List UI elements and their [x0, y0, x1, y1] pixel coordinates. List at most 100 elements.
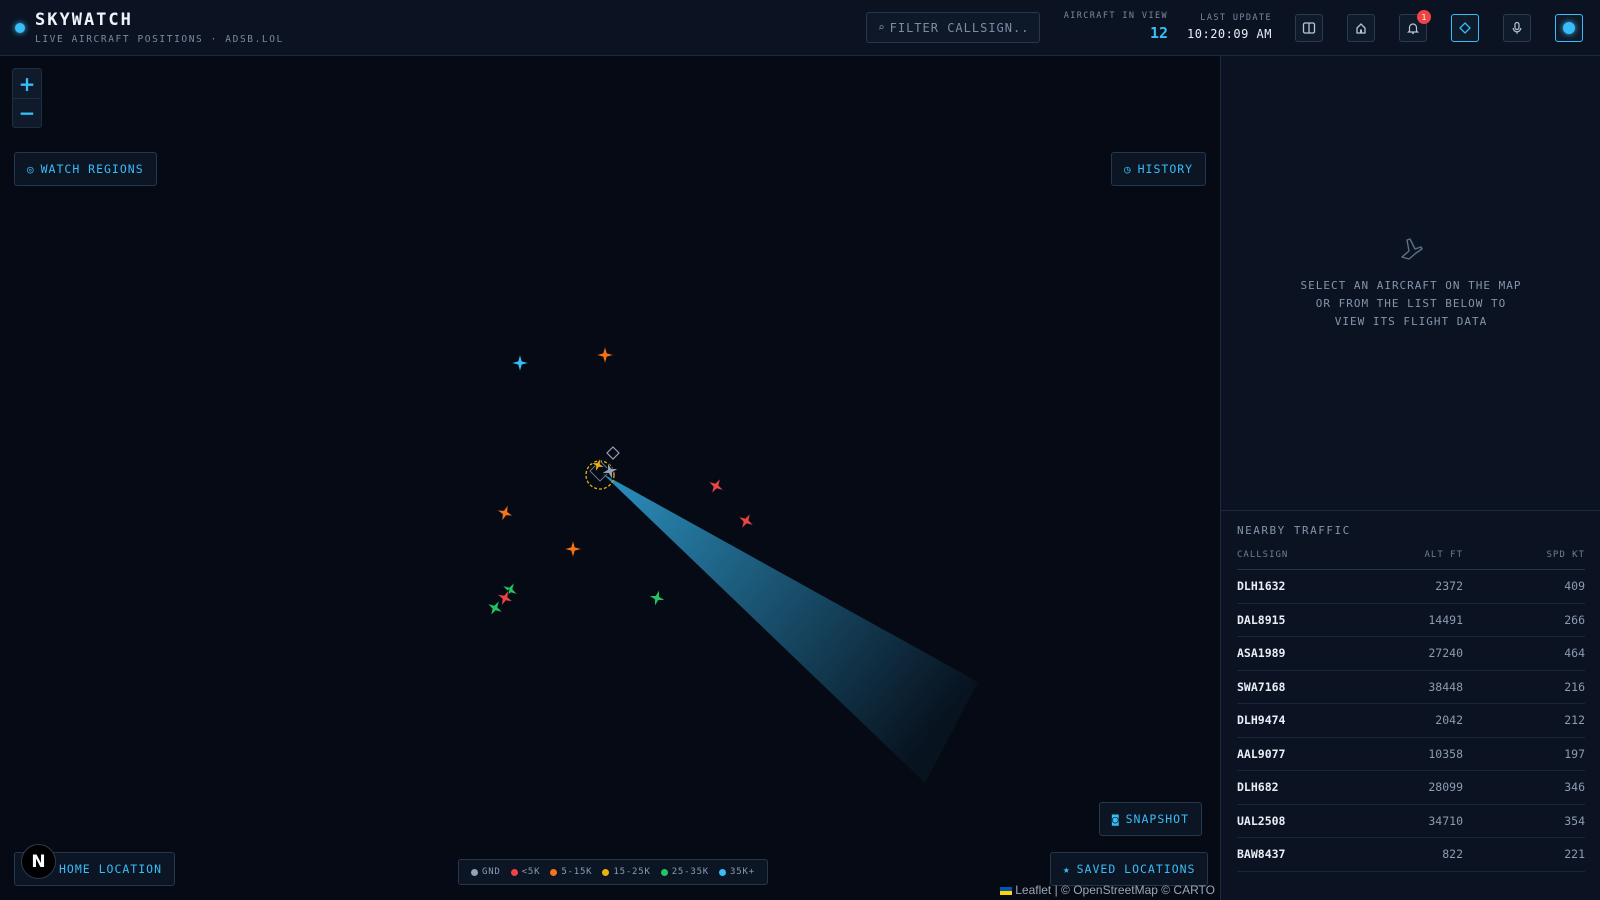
column-header-altitude[interactable]: ALT FT	[1357, 550, 1463, 560]
legend-item: 15-25K	[602, 867, 650, 877]
traffic-speed: 221	[1564, 847, 1585, 862]
traffic-row[interactable]: DLH682 28099 346	[1237, 771, 1585, 805]
live-toggle-button[interactable]	[1555, 14, 1583, 42]
nearby-traffic: NEARBY TRAFFIC CALLSIGN ALT FT SPD KT DL…	[1237, 524, 1585, 872]
notification-badge: 1	[1417, 10, 1431, 24]
live-indicator	[1563, 22, 1575, 34]
traffic-callsign: SWA7168	[1237, 679, 1286, 694]
attribution-text[interactable]: Leaflet | © OpenStreetMap © CARTO	[1015, 883, 1215, 897]
traffic-callsign: ASA1989	[1237, 646, 1286, 661]
traffic-callsign: DLH1632	[1237, 579, 1286, 594]
legend-label: 5-15K	[561, 867, 593, 877]
app-title: SKYWATCH	[35, 10, 133, 30]
aircraft-marker[interactable]	[703, 473, 729, 499]
aircraft-count-label: AIRCRAFT IN VIEW	[1063, 11, 1168, 21]
compass-badge[interactable]: N	[21, 844, 56, 879]
legend-item: GND	[471, 867, 501, 877]
airport-button[interactable]	[1347, 14, 1375, 42]
legend-item: 5-15K	[550, 867, 592, 877]
legend-item: <5K	[510, 867, 541, 877]
traffic-speed: 346	[1564, 780, 1585, 795]
home-location-label: HOME LOCATION	[59, 862, 163, 876]
star-icon: ★	[1063, 862, 1071, 876]
traffic-altitude: 27240	[1428, 646, 1463, 661]
diamond-icon	[1459, 22, 1471, 34]
zoom-in-button[interactable]: +	[13, 69, 41, 98]
legend-swatch	[550, 868, 558, 876]
tower-icon	[1356, 23, 1366, 34]
traffic-speed: 354	[1564, 813, 1585, 828]
traffic-altitude: 10358	[1428, 746, 1463, 761]
traffic-altitude: 28099	[1428, 780, 1463, 795]
traffic-row[interactable]: DLH9474 2042 212	[1237, 704, 1585, 738]
aircraft-marker[interactable]	[563, 539, 583, 559]
traffic-altitude: 2042	[1435, 713, 1463, 728]
traffic-speed: 216	[1564, 679, 1585, 694]
aircraft-marker[interactable]	[645, 586, 669, 610]
top-bar: SKYWATCH LIVE AIRCRAFT POSITIONS · ADSB.…	[0, 0, 1600, 56]
tracking-beam	[603, 474, 978, 783]
microphone-button[interactable]	[1503, 14, 1531, 42]
saved-locations-label: SAVED LOCATIONS	[1076, 862, 1196, 876]
legend-label: 15-25K	[613, 867, 651, 877]
traffic-altitude: 34710	[1428, 813, 1463, 828]
map-canvas	[482, 345, 978, 783]
zoom-out-button[interactable]: −	[13, 98, 41, 127]
nearby-traffic-title: NEARBY TRAFFIC	[1237, 524, 1351, 537]
side-panel: SELECT AN AIRCRAFT ON THE MAP OR FROM TH…	[1220, 56, 1600, 900]
traffic-row[interactable]: UAL2508 34710 354	[1237, 805, 1585, 838]
aircraft-count-value: 12	[1149, 24, 1168, 42]
traffic-row[interactable]: DAL8915 14491 266	[1237, 604, 1585, 637]
empty-state-line: SELECT AN AIRCRAFT ON THE MAP	[1300, 279, 1522, 292]
clock-icon: ◷	[1124, 162, 1132, 176]
traffic-row[interactable]: ASA1989 27240 464	[1237, 637, 1585, 671]
traffic-row[interactable]: AAL9077 10358 197	[1237, 738, 1585, 771]
camera-icon: ◙	[1112, 812, 1120, 826]
panel-icon	[1302, 22, 1316, 34]
traffic-altitude: 2372	[1435, 579, 1463, 594]
empty-state-line: VIEW ITS FLIGHT DATA	[1334, 315, 1488, 328]
legend-item: 25-35K	[660, 867, 710, 877]
search-icon: ⌕	[878, 21, 885, 34]
aircraft-marker[interactable]	[733, 508, 759, 534]
traffic-speed: 197	[1564, 746, 1585, 761]
legend-label: 25-35K	[671, 867, 710, 877]
flight-detail-panel: SELECT AN AIRCRAFT ON THE MAP OR FROM TH…	[1221, 56, 1600, 511]
history-button[interactable]: ◷ HISTORY	[1111, 152, 1207, 186]
callsign-filter[interactable]: ⌕	[866, 12, 1040, 43]
traffic-row[interactable]: DLH1632 2372 409	[1237, 570, 1585, 604]
aircraft-marker[interactable]	[510, 353, 530, 373]
callsign-filter-input[interactable]	[889, 20, 1030, 35]
alerts-button[interactable]: 1	[1399, 10, 1431, 42]
watch-regions-label: WATCH REGIONS	[40, 162, 144, 176]
column-header-callsign[interactable]: CALLSIGN	[1237, 550, 1357, 560]
traffic-callsign: DLH9474	[1237, 713, 1286, 728]
legend-swatch	[660, 868, 668, 876]
snapshot-button[interactable]: ◙ SNAPSHOT	[1099, 802, 1203, 836]
traffic-table-header: CALLSIGN ALT FT SPD KT	[1237, 550, 1585, 570]
traffic-row[interactable]: SWA7168 38448 216	[1237, 671, 1585, 704]
toggle-panel-button[interactable]	[1295, 14, 1323, 42]
map-view[interactable]: + − ◎ WATCH REGIONS ◷ HISTORY ◙ SNAPSHOT…	[0, 56, 1220, 900]
traffic-speed: 409	[1564, 579, 1585, 594]
aircraft-count-stat: AIRCRAFT IN VIEW 12	[1064, 11, 1168, 42]
legend-swatch	[471, 868, 478, 876]
last-update-time: 10:20:09 AM	[1187, 27, 1272, 41]
aircraft-marker[interactable]	[595, 345, 615, 365]
traffic-callsign: UAL2508	[1237, 813, 1286, 828]
saved-locations-button[interactable]: ★ SAVED LOCATIONS	[1050, 852, 1209, 886]
zoom-control: + −	[12, 68, 42, 128]
watch-regions-button[interactable]: ◎ WATCH REGIONS	[14, 152, 157, 186]
map-attribution: Leaflet | © OpenStreetMap © CARTO	[1000, 883, 1215, 897]
legend-item: 35K+	[719, 867, 755, 877]
traffic-table-body: DLH1632 2372 409 DAL8915 14491 266 ASA1989 2724…	[1237, 570, 1585, 872]
traffic-row[interactable]: BAW8437 822 221	[1237, 838, 1585, 872]
history-label: HISTORY	[1137, 162, 1194, 176]
aircraft-marker[interactable]	[493, 501, 517, 525]
traffic-altitude: 14491	[1428, 612, 1463, 627]
legend-swatch	[719, 868, 727, 876]
regions-toggle-button[interactable]	[1451, 14, 1479, 42]
column-header-speed[interactable]: SPD KT	[1463, 550, 1585, 560]
app-subtitle: LIVE AIRCRAFT POSITIONS · ADSB.LOL	[35, 34, 284, 45]
traffic-callsign: DAL8915	[1237, 612, 1286, 627]
